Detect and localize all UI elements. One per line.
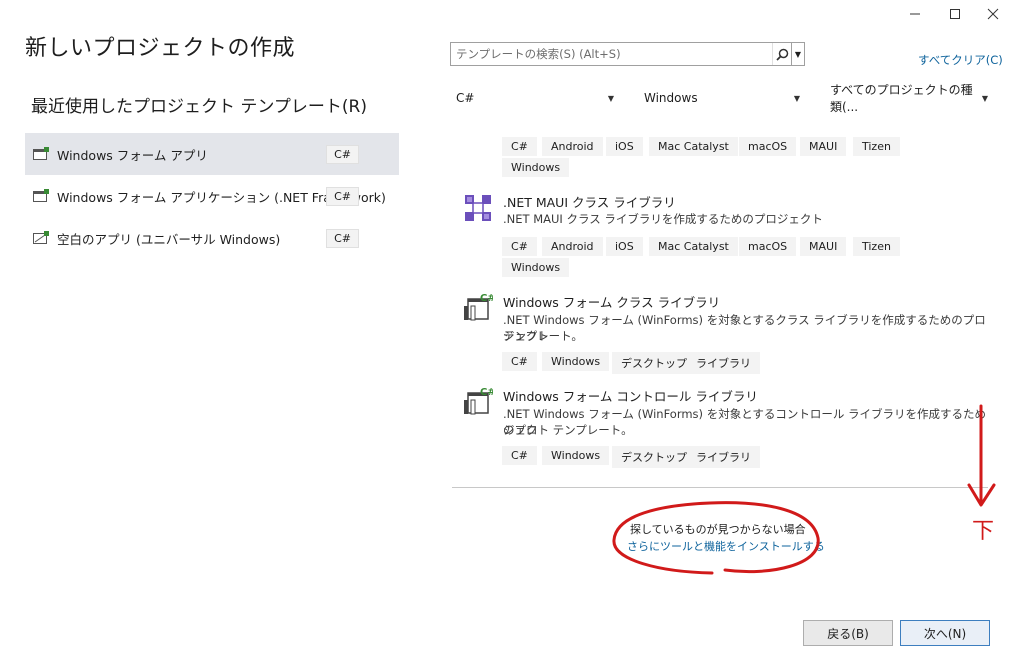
search-input[interactable]	[451, 43, 772, 65]
red-annotation-overlay: 下	[612, 404, 996, 575]
maximize-icon[interactable]	[937, 0, 973, 28]
tag: Windows	[502, 158, 570, 177]
tag: Android	[542, 237, 603, 256]
chevron-down-icon: ▼	[981, 93, 988, 103]
platform-filter[interactable]: Windows ▼	[644, 88, 800, 108]
template-search: ▼	[450, 42, 805, 66]
tag: iOS	[606, 137, 643, 156]
clear-all-link[interactable]: すべてクリア(C)	[918, 52, 1003, 68]
project-type-filter[interactable]: すべてのプロジェクトの種類(... ▼	[830, 83, 988, 114]
minimize-icon[interactable]	[897, 0, 933, 28]
tag: MAUI	[800, 237, 847, 256]
recent-item-uwp-blank[interactable]: 空白のアプリ (ユニバーサル Windows) C#	[25, 217, 399, 259]
tag: デスクトップ	[612, 352, 696, 374]
tag: Tizen	[853, 137, 900, 156]
tag: C#	[502, 137, 537, 156]
tag: Windows	[502, 258, 570, 277]
platform-filter-value: Windows	[644, 91, 698, 105]
language-filter[interactable]: C# ▼	[456, 88, 614, 108]
svg-text:C#: C#	[480, 293, 493, 304]
tag: macOS	[739, 237, 797, 256]
tag: iOS	[606, 237, 643, 256]
red-handwritten-mark: 下	[972, 519, 994, 544]
close-icon[interactable]	[975, 0, 1011, 28]
tag: Mac Catalyst	[649, 237, 738, 256]
tag: macOS	[739, 137, 797, 156]
tag: Mac Catalyst	[649, 137, 738, 156]
chevron-down-icon: ▼	[793, 93, 800, 103]
language-filter-value: C#	[456, 91, 475, 105]
winforms-app-icon	[33, 189, 49, 203]
project-type-filter-value: すべてのプロジェクトの種類(...	[830, 83, 973, 114]
tag: C#	[502, 446, 537, 465]
winforms-app-icon	[33, 147, 49, 161]
winforms-library-icon: C#	[463, 292, 496, 324]
svg-text:C#: C#	[480, 387, 493, 398]
tag: Windows	[542, 352, 610, 371]
template-name: .NET MAUI クラス ライブラリ	[503, 195, 676, 210]
page-title: 新しいプロジェクトの作成	[25, 36, 296, 61]
maui-class-library-icon	[463, 193, 495, 225]
tag: C#	[502, 237, 537, 256]
language-badge: C#	[326, 187, 359, 206]
tag: Android	[542, 137, 603, 156]
template-name: Windows フォーム クラス ライブラリ	[503, 295, 721, 310]
recent-item-label: 空白のアプリ (ユニバーサル Windows)	[57, 231, 281, 247]
recent-item-label: Windows フォーム アプリ	[57, 147, 208, 163]
red-circle-annotation	[612, 501, 820, 575]
recent-templates-heading: 最近使用したプロジェクト テンプレート(R)	[31, 97, 367, 117]
template-description: .NET MAUI クラス ライブラリを作成するためのプロジェクト	[503, 212, 823, 226]
back-button[interactable]: 戻る(B)	[803, 620, 893, 646]
search-options-dropdown[interactable]: ▼	[791, 43, 804, 65]
uwp-app-icon	[33, 231, 49, 245]
language-badge: C#	[326, 145, 359, 164]
next-button[interactable]: 次へ(N)	[900, 620, 990, 646]
chevron-down-icon: ▼	[607, 93, 614, 103]
tag: ライブラリ	[687, 352, 760, 374]
template-description: テンプレート。	[503, 329, 583, 343]
language-badge: C#	[326, 229, 359, 248]
tag: MAUI	[800, 137, 847, 156]
winforms-library-icon: C#	[463, 386, 496, 418]
recent-item-winforms-app[interactable]: Windows フォーム アプリ C#	[25, 133, 399, 175]
red-arrow-annotation	[967, 404, 996, 507]
tag: Tizen	[853, 237, 900, 256]
tag: C#	[502, 352, 537, 371]
recent-item-winforms-netfx[interactable]: Windows フォーム アプリケーション (.NET Framework) C…	[25, 175, 399, 217]
search-icon[interactable]	[772, 43, 791, 65]
